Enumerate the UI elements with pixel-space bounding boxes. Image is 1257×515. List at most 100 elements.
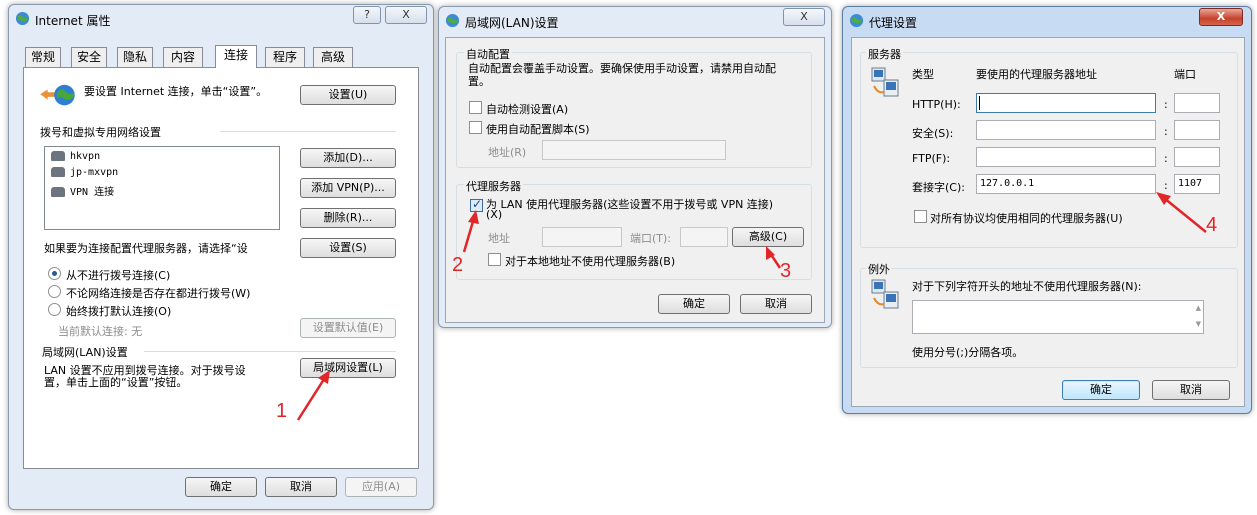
annotation-label-2: 2 bbox=[452, 254, 464, 276]
bypass-local-checkbox[interactable] bbox=[488, 253, 501, 266]
internet-properties-window: Internet 属性 ? X 常规 安全 隐私 内容 连接 程序 高级 要设置… bbox=[8, 4, 434, 510]
tab-advanced[interactable]: 高级 bbox=[313, 47, 353, 67]
same-proxy-label: 对所有协议均使用相同的代理服务器(U) bbox=[930, 212, 1123, 225]
lan-settings-body: 自动配置 自动配置会覆盖手动设置。要确保使用手动设置，请禁用自动配 置。 自动检… bbox=[445, 37, 825, 323]
setup-text: 要设置 Internet 连接，单击“设置”。 bbox=[84, 85, 268, 98]
socks-address-input[interactable]: 127.0.0.1 bbox=[976, 174, 1156, 194]
lan-settings-button[interactable]: 局域网设置(L) bbox=[300, 358, 396, 378]
radio-always-dial-label: 始终拨打默认连接(O) bbox=[66, 305, 172, 318]
help-button[interactable]: ? bbox=[353, 6, 381, 24]
internet-connect-icon bbox=[40, 84, 75, 106]
radio-dial-when-no-network[interactable] bbox=[48, 285, 61, 298]
script-address-input[interactable] bbox=[542, 140, 726, 160]
proxy-hint-text: 如果要为连接配置代理服务器，请选择“设 bbox=[44, 242, 248, 255]
connection-icon bbox=[51, 187, 65, 197]
close-button[interactable]: X bbox=[783, 8, 825, 26]
proxy-settings-window: 代理设置 X 服务器 类型 要使用的代理服务器地址 端口 HTTP(H): : … bbox=[842, 6, 1252, 414]
tab-general[interactable]: 常规 bbox=[25, 47, 61, 67]
title-bar[interactable]: 代理设置 X bbox=[843, 7, 1251, 33]
proxy-server-header: 代理服务器 bbox=[464, 178, 523, 194]
internet-globe-icon bbox=[15, 11, 30, 26]
column-address: 要使用的代理服务器地址 bbox=[976, 68, 1097, 81]
script-address-label: 地址(R) bbox=[488, 146, 527, 159]
connection-icon bbox=[51, 167, 65, 177]
radio-never-dial[interactable] bbox=[48, 267, 61, 280]
proxy-port-label: 端口(T): bbox=[630, 232, 672, 245]
colon: : bbox=[1164, 98, 1168, 111]
ftp-port-input[interactable] bbox=[1174, 147, 1220, 167]
window-title: 代理设置 bbox=[869, 16, 918, 30]
internet-globe-icon bbox=[445, 13, 460, 28]
secure-address-input[interactable] bbox=[976, 120, 1156, 140]
exceptions-input[interactable]: ▲ ▼ bbox=[912, 300, 1204, 334]
colon: : bbox=[1164, 152, 1168, 165]
secure-label: 安全(S): bbox=[912, 127, 954, 140]
lan-settings-window: 局域网(LAN)设置 X 自动配置 自动配置会覆盖手动设置。要确保使用手动设置，… bbox=[438, 6, 832, 328]
separator-hint: 使用分号(;)分隔各项。 bbox=[912, 346, 1024, 359]
ok-button[interactable]: 确定 bbox=[1062, 380, 1140, 400]
use-proxy-checkbox[interactable] bbox=[470, 197, 483, 212]
cancel-button[interactable]: 取消 bbox=[740, 294, 812, 314]
radio-never-dial-label: 从不进行拨号连接(C) bbox=[66, 269, 171, 282]
proxy-settings-body: 服务器 类型 要使用的代理服务器地址 端口 HTTP(H): : 安全(S): … bbox=[851, 37, 1245, 407]
internet-globe-icon bbox=[849, 13, 864, 28]
ftp-address-input[interactable] bbox=[976, 147, 1156, 167]
annotation-label-3: 3 bbox=[780, 260, 792, 282]
auto-config-text-1: 自动配置会覆盖手动设置。要确保使用手动设置，请禁用自动配 bbox=[468, 62, 776, 75]
tab-security[interactable]: 安全 bbox=[71, 47, 107, 67]
proxy-port-input[interactable] bbox=[680, 227, 728, 247]
cancel-button[interactable]: 取消 bbox=[265, 477, 337, 497]
title-bar[interactable]: Internet 属性 ? X bbox=[9, 5, 433, 31]
lan-header: 局域网(LAN)设置 bbox=[42, 346, 128, 359]
exceptions-text: 对于下列字符开头的地址不使用代理服务器(N): bbox=[912, 280, 1142, 293]
list-item[interactable]: hkvpn bbox=[51, 151, 100, 167]
secure-port-input[interactable] bbox=[1174, 120, 1220, 140]
proxy-address-input[interactable] bbox=[542, 227, 622, 247]
http-port-input[interactable] bbox=[1174, 93, 1220, 113]
apply-button[interactable]: 应用(A) bbox=[345, 477, 417, 497]
set-default-button[interactable]: 设置默认值(E) bbox=[300, 318, 396, 338]
column-port: 端口 bbox=[1174, 68, 1196, 81]
current-default-text: 当前默认连接: 无 bbox=[58, 325, 143, 338]
exceptions-header: 例外 bbox=[866, 261, 892, 277]
window-title: Internet 属性 bbox=[35, 14, 111, 28]
auto-detect-label: 自动检测设置(A) bbox=[486, 103, 569, 116]
advanced-button[interactable]: 高级(C) bbox=[732, 227, 804, 247]
connections-list[interactable]: hkvpn jp-mxvpn VPN 连接 bbox=[44, 146, 280, 230]
close-button[interactable]: X bbox=[385, 6, 427, 24]
connection-settings-button[interactable]: 设置(S) bbox=[300, 238, 396, 258]
socks-port-input[interactable]: 1107 bbox=[1174, 174, 1220, 194]
ok-button[interactable]: 确定 bbox=[658, 294, 730, 314]
close-button[interactable]: X bbox=[1199, 8, 1243, 26]
divider bbox=[220, 131, 396, 132]
radio-dial-when-no-network-label: 不论网络连接是否存在都进行拨号(W) bbox=[66, 287, 251, 300]
same-proxy-checkbox[interactable] bbox=[914, 210, 927, 223]
use-proxy-label-2: (X) bbox=[486, 208, 503, 221]
ok-button[interactable]: 确定 bbox=[185, 477, 257, 497]
add-connection-button[interactable]: 添加(D)... bbox=[300, 148, 396, 168]
server-computers-icon bbox=[871, 67, 899, 97]
setup-button[interactable]: 设置(U) bbox=[300, 85, 396, 105]
auto-script-checkbox[interactable] bbox=[469, 121, 482, 134]
cancel-button[interactable]: 取消 bbox=[1152, 380, 1230, 400]
add-vpn-button[interactable]: 添加 VPN(P)... bbox=[300, 178, 396, 198]
remove-connection-button[interactable]: 删除(R)... bbox=[300, 208, 396, 228]
auto-config-text-2: 置。 bbox=[468, 75, 490, 88]
http-address-input[interactable] bbox=[976, 93, 1156, 113]
tab-content[interactable]: 内容 bbox=[163, 47, 203, 67]
auto-detect-checkbox[interactable] bbox=[469, 101, 482, 114]
connections-panel: 要设置 Internet 连接，单击“设置”。 设置(U) 拨号和虚拟专用网络设… bbox=[23, 67, 419, 469]
ftp-label: FTP(F): bbox=[912, 152, 951, 165]
tab-privacy[interactable]: 隐私 bbox=[117, 47, 153, 67]
title-bar[interactable]: 局域网(LAN)设置 X bbox=[439, 7, 831, 33]
scroll-down-icon[interactable]: ▼ bbox=[1196, 320, 1201, 328]
list-item[interactable]: VPN 连接 bbox=[51, 183, 114, 199]
proxy-address-label: 地址 bbox=[488, 232, 510, 245]
list-item[interactable]: jp-mxvpn bbox=[51, 167, 118, 183]
radio-always-dial[interactable] bbox=[48, 303, 61, 316]
scroll-up-icon[interactable]: ▲ bbox=[1196, 304, 1201, 312]
tab-programs[interactable]: 程序 bbox=[265, 47, 305, 67]
auto-script-label: 使用自动配置脚本(S) bbox=[486, 123, 590, 136]
tab-connections[interactable]: 连接 bbox=[215, 45, 257, 68]
colon: : bbox=[1164, 179, 1168, 192]
